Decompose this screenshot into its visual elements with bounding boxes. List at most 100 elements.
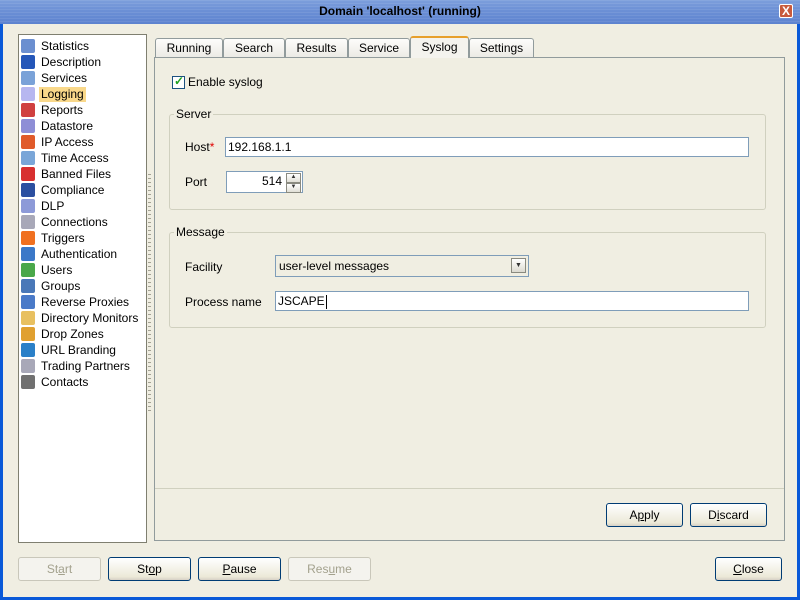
tab-running[interactable]: Running bbox=[155, 38, 223, 57]
sidebar-item-banned-files[interactable]: Banned Files bbox=[21, 166, 113, 182]
server-group bbox=[169, 114, 766, 210]
tab-service[interactable]: Service bbox=[348, 38, 410, 57]
sidebar-item-label: Statistics bbox=[41, 38, 90, 53]
discard-button[interactable]: Discard bbox=[690, 503, 767, 527]
address-book-icon bbox=[21, 375, 35, 389]
sidebar-item-label: Drop Zones bbox=[41, 326, 104, 341]
sidebar-item-dlp[interactable]: DLP bbox=[21, 198, 66, 214]
network-icon bbox=[21, 295, 35, 309]
close-button[interactable]: Close bbox=[715, 557, 782, 581]
domain-window: Domain 'localhost' (running) X Statistic… bbox=[0, 0, 800, 600]
database-icon bbox=[21, 119, 35, 133]
apply-button[interactable]: Apply bbox=[606, 503, 683, 527]
person-icon bbox=[21, 55, 35, 69]
spin-up-icon[interactable]: ▲ bbox=[286, 173, 301, 183]
sidebar-item-label: URL Branding bbox=[41, 342, 116, 357]
port-value: 514 bbox=[261, 174, 282, 188]
close-window-icon[interactable]: X bbox=[779, 4, 793, 18]
sidebar-item-services[interactable]: Services bbox=[21, 70, 89, 86]
sidebar-item-label: Time Access bbox=[41, 150, 109, 165]
gear-icon bbox=[21, 359, 35, 373]
panel-divider bbox=[155, 488, 784, 489]
enable-syslog-checkbox[interactable] bbox=[172, 74, 185, 89]
sidebar-item-users[interactable]: Users bbox=[21, 262, 74, 278]
sidebar-item-compliance[interactable]: Compliance bbox=[21, 182, 106, 198]
banned-file-icon bbox=[21, 167, 35, 181]
port-spinner-arrows: ▲ ▼ bbox=[286, 173, 301, 193]
speech-bubble-icon bbox=[21, 87, 35, 101]
sidebar-item-label: DLP bbox=[41, 198, 65, 213]
bar-chart-icon bbox=[21, 103, 35, 117]
sidebar-item-statistics[interactable]: Statistics bbox=[21, 38, 91, 54]
sidebar-item-label: Reports bbox=[41, 102, 84, 117]
sidebar-item-label: Contacts bbox=[41, 374, 89, 389]
folder-clock-icon bbox=[21, 311, 35, 325]
resume-button[interactable]: Resume bbox=[288, 557, 371, 581]
splitter-handle[interactable] bbox=[148, 174, 151, 414]
host-label-text: Host bbox=[185, 140, 210, 154]
sidebar-item-label: Logging bbox=[39, 86, 86, 102]
host-label: Host* bbox=[185, 140, 214, 154]
pause-button[interactable]: Pause bbox=[198, 557, 281, 581]
host-input[interactable]: 192.168.1.1 bbox=[225, 137, 749, 157]
chevron-down-icon[interactable]: ▼ bbox=[511, 258, 526, 273]
start-button[interactable]: Start bbox=[18, 557, 101, 581]
message-legend: Message bbox=[174, 225, 227, 239]
process-name-value: JSCAPE bbox=[278, 294, 325, 308]
sidebar-item-authentication[interactable]: Authentication bbox=[21, 246, 119, 262]
tab-results[interactable]: Results bbox=[285, 38, 348, 57]
sidebar-item-label: Compliance bbox=[41, 182, 105, 197]
sidebar-item-ip-access[interactable]: IP Access bbox=[21, 134, 95, 150]
sidebar-item-label: Directory Monitors bbox=[41, 310, 139, 325]
gear-icon bbox=[21, 215, 35, 229]
sidebar-item-time-access[interactable]: Time Access bbox=[21, 150, 111, 166]
sidebar-item-label: Datastore bbox=[41, 118, 94, 133]
sidebar-item-label: Triggers bbox=[41, 230, 85, 245]
sidebar-item-logging[interactable]: Logging bbox=[21, 86, 86, 102]
services-icon bbox=[21, 71, 35, 85]
sidebar-item-label: Reverse Proxies bbox=[41, 294, 130, 309]
tab-settings[interactable]: Settings bbox=[469, 38, 534, 57]
sidebar-item-label: Banned Files bbox=[41, 166, 112, 181]
user-icon bbox=[21, 263, 35, 277]
sidebar-item-label: Groups bbox=[41, 278, 81, 293]
sidebar-item-contacts[interactable]: Contacts bbox=[21, 374, 90, 390]
sidebar-item-label: Authentication bbox=[41, 246, 118, 261]
sidebar-item-directory-monitors[interactable]: Directory Monitors bbox=[21, 310, 140, 326]
process-name-input[interactable]: JSCAPE bbox=[275, 291, 749, 311]
stop-button[interactable]: Stop bbox=[108, 557, 191, 581]
port-spinner[interactable]: 514 ▲ ▼ bbox=[226, 171, 303, 193]
box-icon bbox=[21, 327, 35, 341]
window-client-area: Statistics Description Services Logging Repo… bbox=[3, 24, 797, 597]
tab-syslog[interactable]: Syslog bbox=[410, 36, 469, 58]
sidebar-item-datastore[interactable]: Datastore bbox=[21, 118, 95, 134]
sidebar-item-url-branding[interactable]: URL Branding bbox=[21, 342, 118, 358]
shield-icon bbox=[21, 199, 35, 213]
message-group bbox=[169, 232, 766, 328]
sidebar-item-label: Users bbox=[41, 262, 73, 277]
officer-icon bbox=[21, 183, 35, 197]
trigger-arrow-icon bbox=[21, 231, 35, 245]
facility-dropdown[interactable]: user-level messages ▼ bbox=[275, 255, 529, 277]
sidebar-item-reports[interactable]: Reports bbox=[21, 102, 85, 118]
text-cursor bbox=[325, 294, 327, 309]
server-legend: Server bbox=[174, 107, 214, 121]
tab-search[interactable]: Search bbox=[223, 38, 285, 57]
facility-selected-value: user-level messages bbox=[279, 259, 390, 273]
sidebar-item-groups[interactable]: Groups bbox=[21, 278, 82, 294]
sidebar-item-trading-partners[interactable]: Trading Partners bbox=[21, 358, 132, 374]
sidebar-item-connections[interactable]: Connections bbox=[21, 214, 110, 230]
firewall-icon bbox=[21, 135, 35, 149]
title-bar[interactable]: Domain 'localhost' (running) X bbox=[0, 0, 800, 24]
sidebar-item-description[interactable]: Description bbox=[21, 54, 103, 70]
globe-icon bbox=[21, 343, 35, 357]
sidebar-item-label: Trading Partners bbox=[41, 358, 130, 373]
sidebar-item-triggers[interactable]: Triggers bbox=[21, 230, 87, 246]
spin-down-icon[interactable]: ▼ bbox=[286, 183, 301, 193]
sidebar-item-label: IP Access bbox=[41, 134, 94, 149]
sidebar-item-label: Description bbox=[41, 54, 102, 69]
sidebar-item-label: Connections bbox=[41, 214, 108, 229]
sidebar-item-reverse-proxies[interactable]: Reverse Proxies bbox=[21, 294, 131, 310]
port-label: Port bbox=[185, 175, 208, 189]
sidebar-item-drop-zones[interactable]: Drop Zones bbox=[21, 326, 106, 342]
